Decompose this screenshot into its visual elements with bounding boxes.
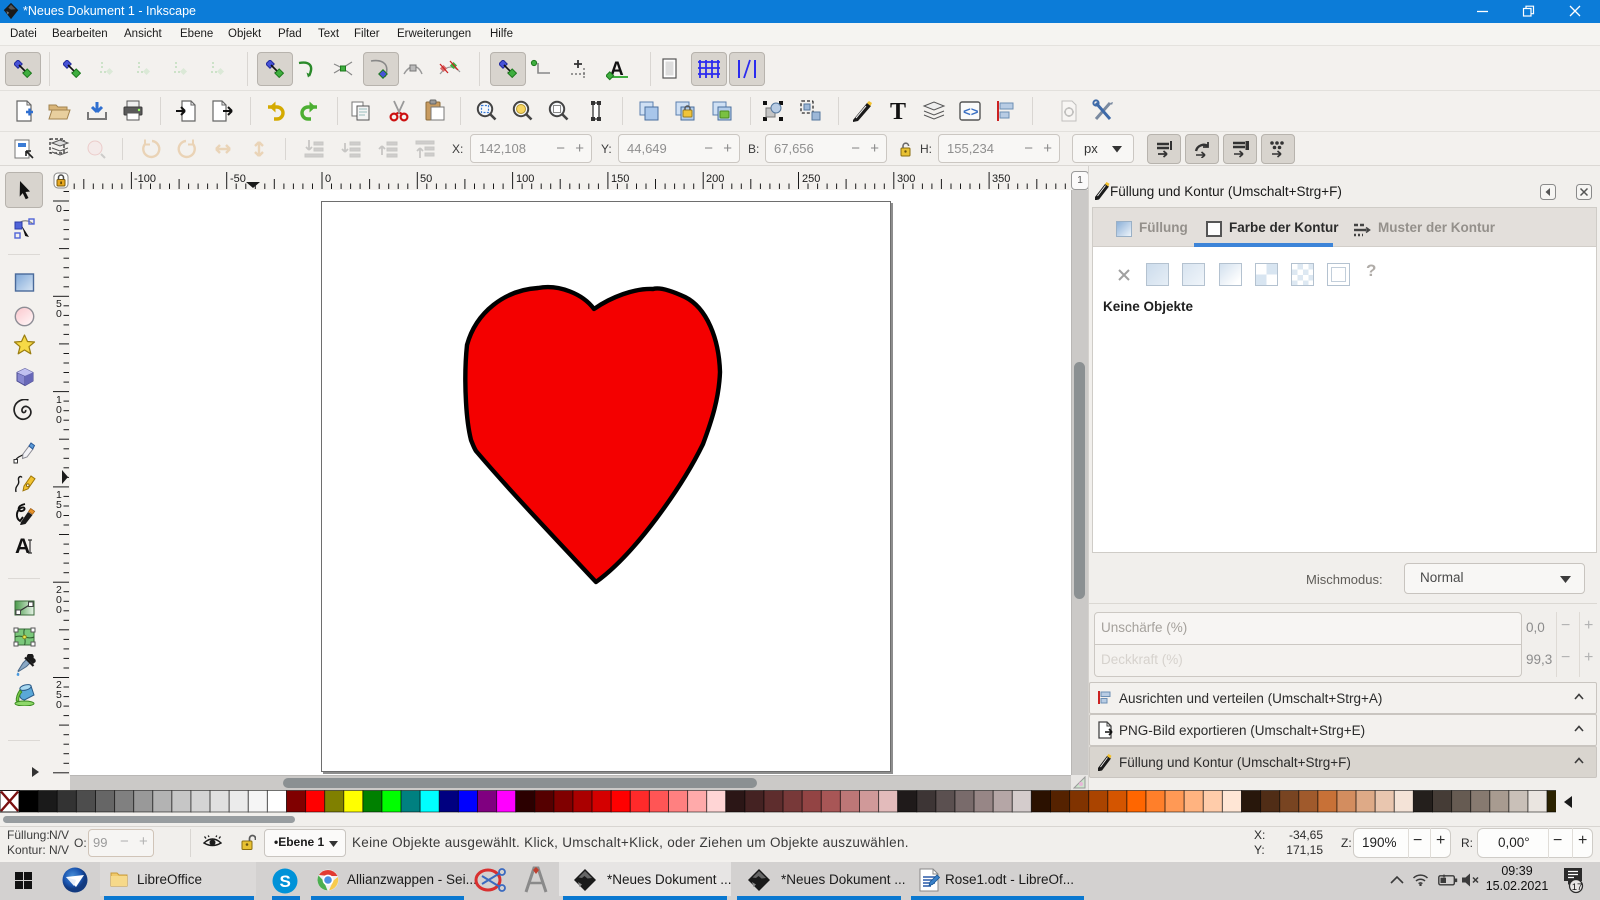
svg-text:100: 100 — [516, 173, 534, 185]
svg-text:S: S — [280, 872, 291, 891]
svg-text:-50: -50 — [230, 173, 246, 185]
svg-text:250: 250 — [802, 173, 820, 185]
svg-text:300: 300 — [897, 173, 915, 185]
svg-text:-100: -100 — [134, 173, 156, 185]
svg-text:0: 0 — [56, 414, 62, 426]
svg-text:0: 0 — [56, 203, 62, 215]
svg-text:350: 350 — [992, 173, 1010, 185]
svg-text:0: 0 — [56, 509, 62, 521]
svg-text:0: 0 — [56, 699, 62, 711]
svg-text:A: A — [15, 535, 30, 557]
svg-text:<>: <> — [963, 105, 979, 120]
svg-text:200: 200 — [706, 173, 724, 185]
svg-text:50: 50 — [420, 173, 432, 185]
svg-text:0: 0 — [325, 173, 331, 185]
svg-text:T: T — [890, 99, 906, 123]
svg-text:0: 0 — [56, 604, 62, 616]
svg-text:0: 0 — [56, 308, 62, 320]
svg-text:150: 150 — [611, 173, 629, 185]
svg-text:17: 17 — [1572, 882, 1583, 893]
